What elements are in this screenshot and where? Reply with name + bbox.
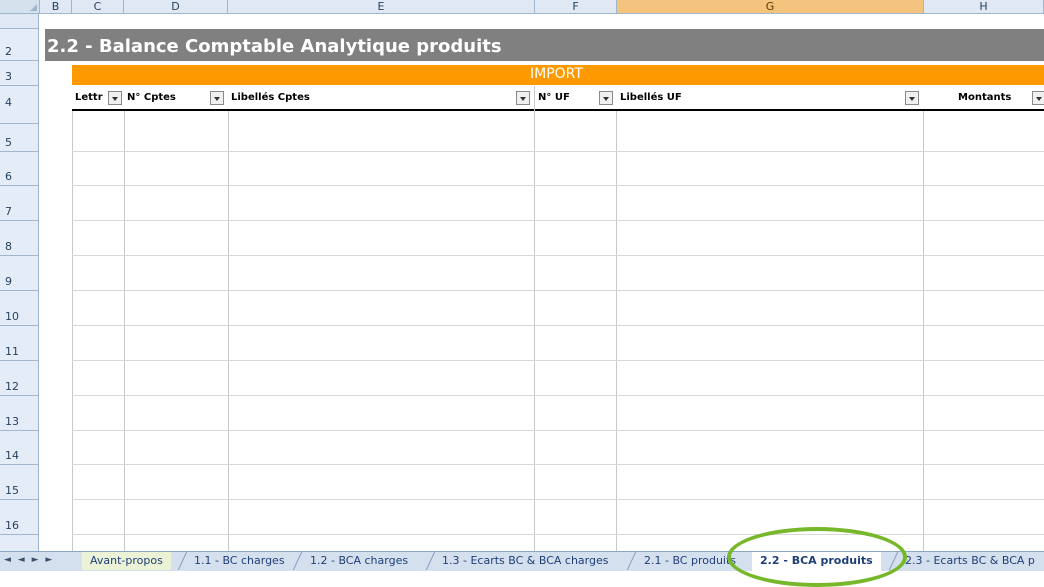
table-row [72, 464, 1044, 465]
select-all-corner[interactable] [0, 0, 40, 13]
header-cell-num-uf[interactable]: N° UF [535, 86, 617, 111]
row-header-3[interactable]: 3 [0, 61, 39, 86]
row-header-12[interactable]: 12 [0, 361, 39, 396]
column-header-g[interactable]: G [617, 0, 924, 13]
header-cell-lib-cptes[interactable]: Libellés Cptes [228, 86, 535, 111]
filter-dropdown-icon[interactable] [905, 91, 919, 105]
tab-scroll-arrows-icon[interactable]: ◄ ◄ ► ► [4, 555, 54, 565]
tab-2-1-bc-produits[interactable]: 2.1 - BC produits [636, 552, 744, 570]
table-row [72, 185, 1044, 186]
header-label-num-uf: N° UF [538, 92, 570, 103]
column-header-f[interactable]: F [535, 0, 617, 13]
filter-dropdown-icon[interactable] [516, 91, 530, 105]
filter-dropdown-icon[interactable] [210, 91, 224, 105]
header-cell-lettre[interactable]: Lettr [72, 86, 124, 111]
row-header-9[interactable]: 9 [0, 256, 39, 291]
row-header-11[interactable]: 11 [0, 326, 39, 361]
row-header-13[interactable]: 13 [0, 396, 39, 431]
header-label-lib-cptes: Libellés Cptes [231, 92, 310, 103]
table-row [72, 220, 1044, 221]
row-header-2[interactable]: 2 [0, 29, 39, 61]
row-header-7[interactable]: 7 [0, 186, 39, 221]
tab-1-2-bca-charges[interactable]: 1.2 - BCA charges [302, 552, 416, 570]
table-row [72, 255, 1044, 256]
column-header-c[interactable]: C [72, 0, 124, 13]
row-header-1[interactable] [0, 14, 39, 29]
row-header-4[interactable]: 4 [0, 86, 39, 124]
table-row [72, 290, 1044, 291]
row-header-10[interactable]: 10 [0, 291, 39, 326]
spreadsheet-grid: B C D E F G H 2 3 4 5 6 7 8 9 10 11 12 1… [0, 0, 1044, 551]
tab-2-3-ecarts-produits[interactable]: 2.3 - Ecarts BC & BCA p [897, 552, 1043, 570]
table-row [72, 395, 1044, 396]
header-label-montants: Montants [958, 92, 1012, 103]
column-header-b[interactable]: B [40, 0, 72, 13]
row-header-16[interactable]: 16 [0, 500, 39, 535]
row-header-5[interactable]: 5 [0, 124, 39, 152]
tab-2-2-bca-produits[interactable]: 2.2 - BCA produits [752, 552, 881, 571]
row-header-15[interactable]: 15 [0, 465, 39, 500]
row-header-6[interactable]: 6 [0, 152, 39, 186]
tab-1-3-ecarts-charges[interactable]: 1.3 - Ecarts BC & BCA charges [434, 552, 617, 570]
row-header-17[interactable] [0, 535, 39, 551]
column-header-h[interactable]: H [924, 0, 1044, 13]
column-header-d[interactable]: D [124, 0, 228, 13]
table-row [72, 499, 1044, 500]
tab-avant-propos[interactable]: Avant-propos [82, 552, 171, 570]
header-label-num-cptes: N° Cptes [127, 92, 176, 103]
header-label-lib-uf: Libellés UF [620, 92, 682, 103]
table-row [72, 325, 1044, 326]
table-row [72, 430, 1044, 431]
tab-1-1-bc-charges[interactable]: 1.1 - BC charges [186, 552, 293, 570]
row-header-8[interactable]: 8 [0, 221, 39, 256]
filter-dropdown-icon[interactable] [1032, 91, 1044, 105]
table-row [72, 151, 1044, 152]
filter-dropdown-icon[interactable] [599, 91, 613, 105]
column-header-bar: B C D E F G H [0, 0, 1044, 14]
header-label-lettre: Lettr [75, 92, 103, 103]
header-cell-montants[interactable]: Montants [924, 86, 1044, 111]
filter-dropdown-icon[interactable] [108, 91, 122, 105]
import-label: IMPORT [530, 66, 583, 82]
select-all-icon [30, 4, 37, 11]
header-cell-lib-uf[interactable]: Libellés UF [617, 86, 924, 111]
table-row [72, 360, 1044, 361]
row-header-14[interactable]: 14 [0, 431, 39, 465]
sheet-tab-bar: ◄ ◄ ► ► Avant-propos 1.1 - BC charges 1.… [0, 551, 1044, 571]
column-header-e[interactable]: E [228, 0, 535, 13]
sheet-title: 2.2 - Balance Comptable Analytique produ… [47, 36, 502, 57]
table-row [72, 534, 1044, 535]
header-cell-num-cptes[interactable]: N° Cptes [124, 86, 228, 111]
